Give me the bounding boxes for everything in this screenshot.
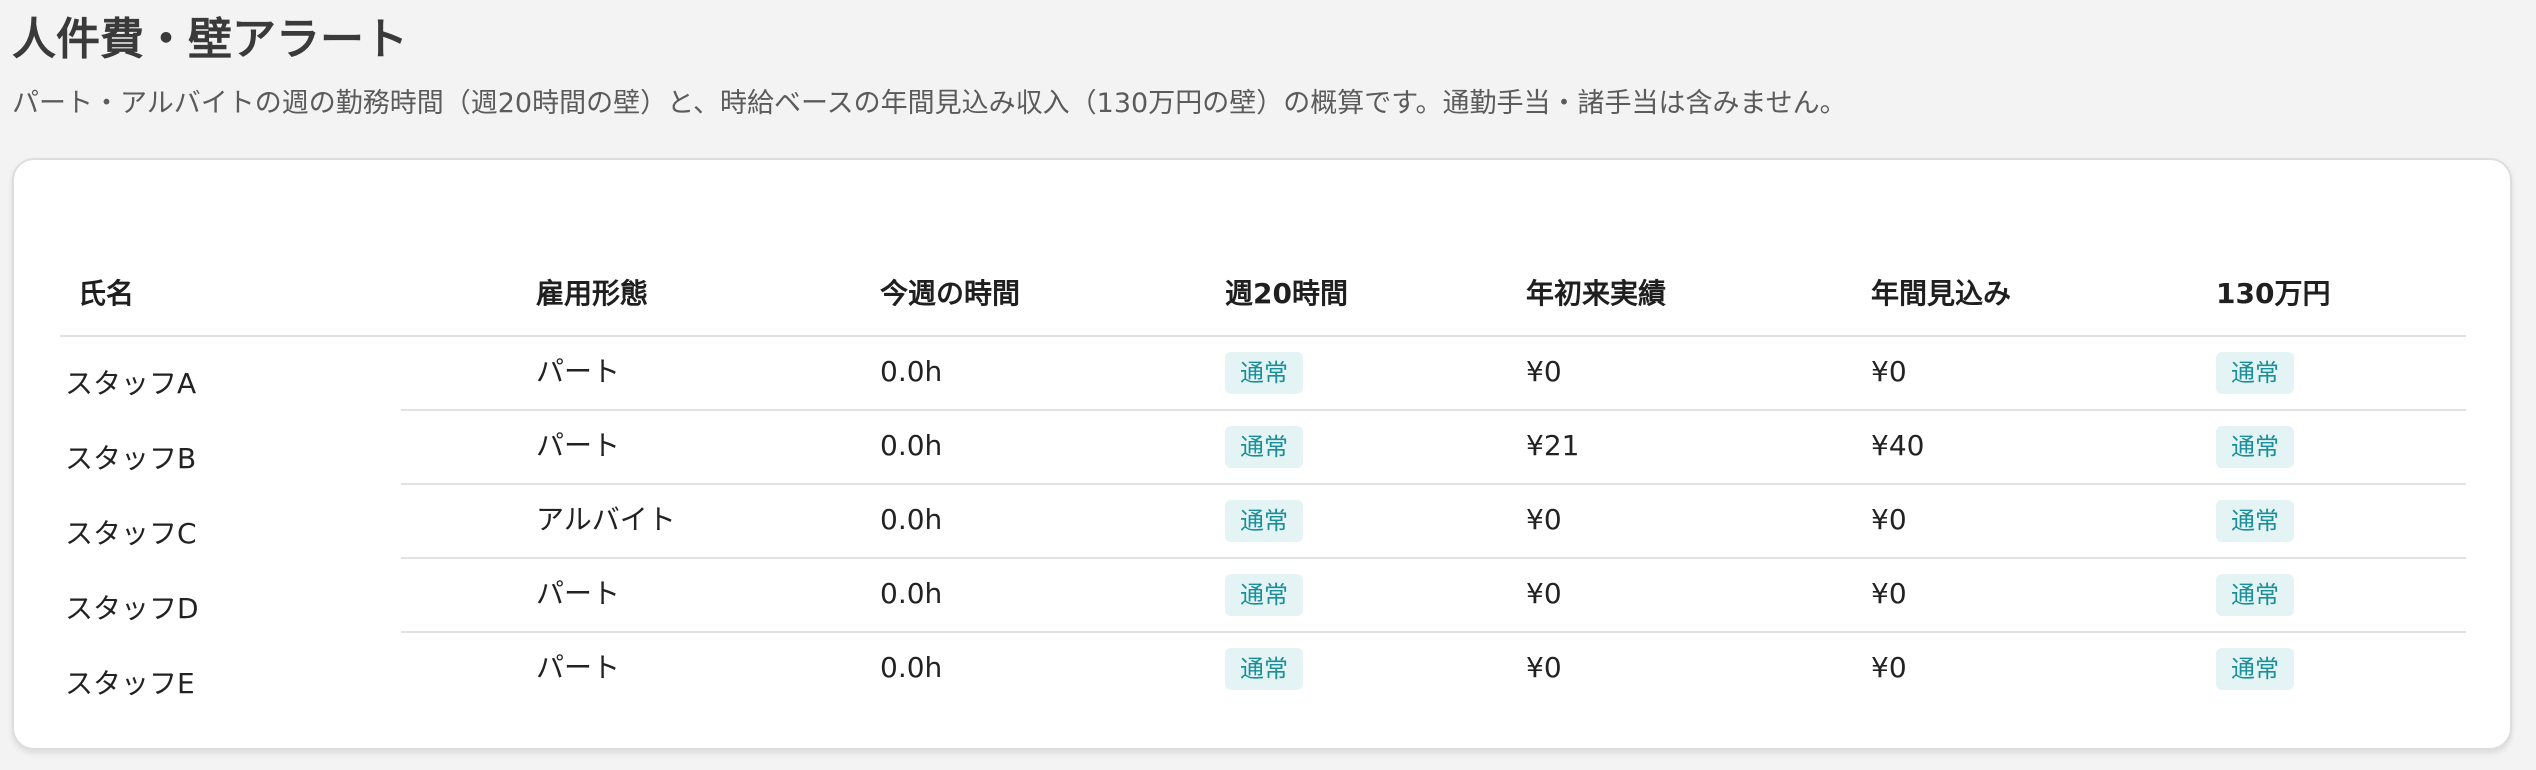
week20-status-badge: 通常: [1225, 500, 1303, 542]
wall130-status-badge: 通常: [2216, 500, 2294, 542]
column-header-130man: 130万円: [2216, 277, 2331, 310]
staff-name: スタッフD: [65, 592, 199, 625]
employment-type: パート: [536, 355, 621, 388]
wall130-status-badge: 通常: [2216, 574, 2294, 616]
week20-status-badge: 通常: [1225, 352, 1303, 394]
column-header-this-week-hours: 今週の時間: [880, 277, 1021, 310]
column-header-annual-forecast: 年間見込み: [1871, 277, 2012, 310]
column-header-employment: 雇用形態: [536, 277, 649, 310]
annual-forecast-amount: ¥0: [1871, 651, 1907, 684]
employment-type: パート: [536, 577, 621, 610]
column-header-name: 氏名: [78, 277, 135, 310]
week20-status-badge: 通常: [1225, 574, 1303, 616]
this-week-hours: 0.0h: [880, 651, 943, 684]
row-divider: [401, 483, 2466, 485]
page-title: 人件費・壁アラート: [12, 14, 408, 65]
week20-status-badge: 通常: [1225, 648, 1303, 690]
annual-forecast-amount: ¥0: [1871, 577, 1907, 610]
row-divider: [401, 557, 2466, 559]
ytd-amount: ¥0: [1526, 503, 1562, 536]
this-week-hours: 0.0h: [880, 429, 943, 462]
annual-forecast-amount: ¥0: [1871, 355, 1907, 388]
staff-name: スタッフE: [65, 667, 195, 700]
ytd-amount: ¥21: [1526, 429, 1580, 462]
wall130-status-badge: 通常: [2216, 426, 2294, 468]
staff-name: スタッフB: [65, 442, 197, 475]
this-week-hours: 0.0h: [880, 355, 943, 388]
column-header-ytd: 年初来実績: [1526, 277, 1667, 310]
this-week-hours: 0.0h: [880, 503, 943, 536]
ytd-amount: ¥0: [1526, 651, 1562, 684]
this-week-hours: 0.0h: [880, 577, 943, 610]
week20-status-badge: 通常: [1225, 426, 1303, 468]
ytd-amount: ¥0: [1526, 355, 1562, 388]
page-description: パート・アルバイトの週の勤務時間（週20時間の壁）と、時給ベースの年間見込み収入…: [12, 88, 1847, 119]
employment-type: パート: [536, 651, 621, 684]
row-divider: [401, 409, 2466, 411]
employment-type: パート: [536, 429, 621, 462]
staff-name: スタッフA: [65, 367, 197, 400]
staff-name: スタッフC: [65, 517, 197, 550]
annual-forecast-amount: ¥0: [1871, 503, 1907, 536]
ytd-amount: ¥0: [1526, 577, 1562, 610]
wall130-status-badge: 通常: [2216, 648, 2294, 690]
wall130-status-badge: 通常: [2216, 352, 2294, 394]
header-divider: [60, 335, 2466, 337]
employment-type: アルバイト: [536, 503, 676, 536]
annual-forecast-amount: ¥40: [1871, 429, 1925, 462]
row-divider: [401, 631, 2466, 633]
column-header-week20: 週20時間: [1225, 277, 1348, 310]
